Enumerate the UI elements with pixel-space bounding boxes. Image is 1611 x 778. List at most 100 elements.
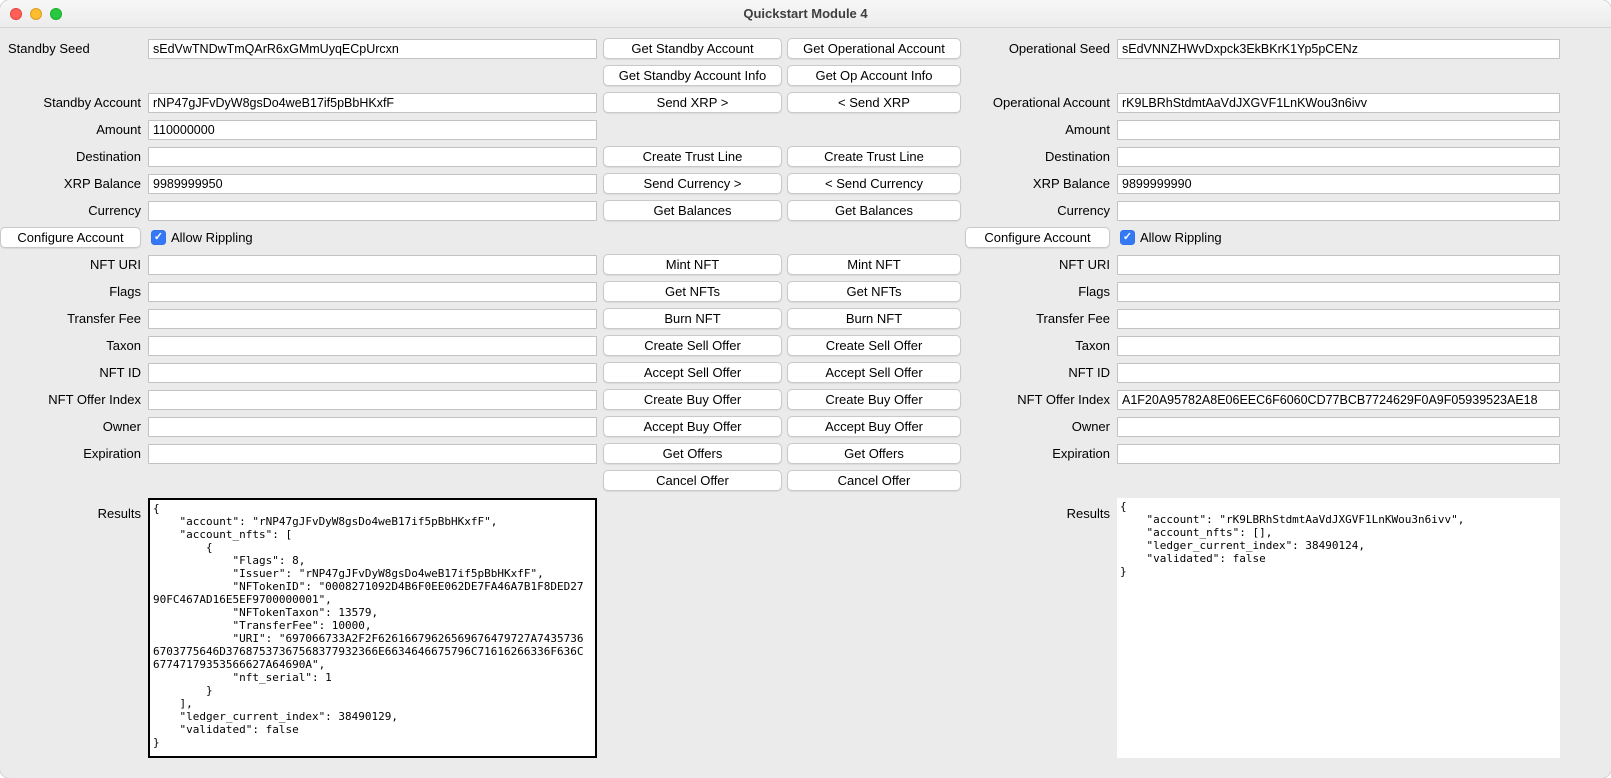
standby-nft-uri-input[interactable] <box>148 255 597 275</box>
standby-amount-label: Amount <box>0 122 148 137</box>
operational-nft-offer-index-label: NFT Offer Index <box>965 392 1117 407</box>
operational-results-textarea[interactable]: { "account": "rK9LBRhStdmtAaVdJXGVF1LnKW… <box>1117 498 1560 758</box>
standby-taxon-input[interactable] <box>148 336 597 356</box>
accept-sell-offer-operational-button[interactable]: Accept Sell Offer <box>787 362 961 383</box>
operational-expiration-label: Expiration <box>965 446 1117 461</box>
burn-nft-standby-button[interactable]: Burn NFT <box>603 308 782 329</box>
accept-buy-offer-operational-button[interactable]: Accept Buy Offer <box>787 416 961 437</box>
operational-nft-id-input[interactable] <box>1117 363 1560 383</box>
standby-taxon-label: Taxon <box>0 338 148 353</box>
app-window: Quickstart Module 4 Standby Seed Get Sta… <box>0 0 1611 778</box>
operational-account-label: Operational Account <box>965 95 1117 110</box>
operational-owner-label: Owner <box>965 419 1117 434</box>
operational-xrp-balance-label: XRP Balance <box>965 176 1117 191</box>
operational-nft-uri-label: NFT URI <box>965 257 1117 272</box>
create-sell-offer-operational-button[interactable]: Create Sell Offer <box>787 335 961 356</box>
accept-buy-offer-standby-button[interactable]: Accept Buy Offer <box>603 416 782 437</box>
operational-nft-id-label: NFT ID <box>965 365 1117 380</box>
standby-amount-input[interactable] <box>148 120 597 140</box>
get-offers-standby-button[interactable]: Get Offers <box>603 443 782 464</box>
operational-destination-input[interactable] <box>1117 147 1560 167</box>
standby-seed-input[interactable] <box>148 39 597 59</box>
operational-seed-label: Operational Seed <box>965 41 1117 56</box>
window-title: Quickstart Module 4 <box>743 6 867 21</box>
standby-seed-label: Standby Seed <box>0 41 148 56</box>
zoom-button[interactable] <box>50 8 62 20</box>
close-button[interactable] <box>10 8 22 20</box>
create-sell-offer-standby-button[interactable]: Create Sell Offer <box>603 335 782 356</box>
cancel-offer-operational-button[interactable]: Cancel Offer <box>787 470 961 491</box>
get-balances-operational-button[interactable]: Get Balances <box>787 200 961 221</box>
standby-nft-id-input[interactable] <box>148 363 597 383</box>
operational-taxon-input[interactable] <box>1117 336 1560 356</box>
allow-rippling-label-operational: Allow Rippling <box>1140 230 1222 245</box>
create-buy-offer-standby-button[interactable]: Create Buy Offer <box>603 389 782 410</box>
send-xrp-standby-button[interactable]: Send XRP > <box>603 92 782 113</box>
title-bar: Quickstart Module 4 <box>0 0 1611 28</box>
operational-seed-input[interactable] <box>1117 39 1560 59</box>
operational-transfer-fee-input[interactable] <box>1117 309 1560 329</box>
operational-currency-input[interactable] <box>1117 201 1560 221</box>
configure-operational-account-button[interactable]: Configure Account <box>965 227 1110 248</box>
standby-xrp-balance-input[interactable] <box>148 174 597 194</box>
standby-owner-input[interactable] <box>148 417 597 437</box>
standby-flags-input[interactable] <box>148 282 597 302</box>
standby-results-label: Results <box>0 498 148 521</box>
allow-rippling-checkbox-operational[interactable] <box>1120 230 1135 245</box>
operational-taxon-label: Taxon <box>965 338 1117 353</box>
operational-nft-uri-input[interactable] <box>1117 255 1560 275</box>
configure-standby-account-button[interactable]: Configure Account <box>0 227 141 248</box>
accept-sell-offer-standby-button[interactable]: Accept Sell Offer <box>603 362 782 383</box>
standby-xrp-balance-label: XRP Balance <box>0 176 148 191</box>
get-balances-standby-button[interactable]: Get Balances <box>603 200 782 221</box>
get-op-account-info-button[interactable]: Get Op Account Info <box>787 65 961 86</box>
operational-account-input[interactable] <box>1117 93 1560 113</box>
allow-rippling-label-standby: Allow Rippling <box>171 230 253 245</box>
standby-currency-input[interactable] <box>148 201 597 221</box>
standby-expiration-input[interactable] <box>148 444 597 464</box>
standby-nft-id-label: NFT ID <box>0 365 148 380</box>
cancel-offer-standby-button[interactable]: Cancel Offer <box>603 470 782 491</box>
operational-nft-offer-index-input[interactable] <box>1117 390 1560 410</box>
send-currency-standby-button[interactable]: Send Currency > <box>603 173 782 194</box>
get-standby-account-button[interactable]: Get Standby Account <box>603 38 782 59</box>
send-currency-operational-button[interactable]: < Send Currency <box>787 173 961 194</box>
create-trust-line-operational-button[interactable]: Create Trust Line <box>787 146 961 167</box>
operational-owner-input[interactable] <box>1117 417 1560 437</box>
standby-account-label: Standby Account <box>0 95 148 110</box>
get-nfts-operational-button[interactable]: Get NFTs <box>787 281 961 302</box>
standby-flags-label: Flags <box>0 284 148 299</box>
operational-flags-input[interactable] <box>1117 282 1560 302</box>
get-standby-account-info-button[interactable]: Get Standby Account Info <box>603 65 782 86</box>
create-trust-line-standby-button[interactable]: Create Trust Line <box>603 146 782 167</box>
standby-transfer-fee-input[interactable] <box>148 309 597 329</box>
mint-nft-standby-button[interactable]: Mint NFT <box>603 254 782 275</box>
create-buy-offer-operational-button[interactable]: Create Buy Offer <box>787 389 961 410</box>
form-area: Standby Seed Get Standby Account Get Ope… <box>0 28 1611 758</box>
operational-destination-label: Destination <box>965 149 1117 164</box>
allow-rippling-checkbox-standby[interactable] <box>151 230 166 245</box>
operational-transfer-fee-label: Transfer Fee <box>965 311 1117 326</box>
burn-nft-operational-button[interactable]: Burn NFT <box>787 308 961 329</box>
get-operational-account-button[interactable]: Get Operational Account <box>787 38 961 59</box>
mint-nft-operational-button[interactable]: Mint NFT <box>787 254 961 275</box>
standby-owner-label: Owner <box>0 419 148 434</box>
send-xrp-operational-button[interactable]: < Send XRP <box>787 92 961 113</box>
standby-destination-label: Destination <box>0 149 148 164</box>
operational-expiration-input[interactable] <box>1117 444 1560 464</box>
standby-nft-uri-label: NFT URI <box>0 257 148 272</box>
get-offers-operational-button[interactable]: Get Offers <box>787 443 961 464</box>
standby-expiration-label: Expiration <box>0 446 148 461</box>
standby-results-textarea[interactable]: { "account": "rNP47gJFvDyW8gsDo4weB17if5… <box>148 498 597 758</box>
standby-destination-input[interactable] <box>148 147 597 167</box>
standby-currency-label: Currency <box>0 203 148 218</box>
standby-account-input[interactable] <box>148 93 597 113</box>
operational-xrp-balance-input[interactable] <box>1117 174 1560 194</box>
get-nfts-standby-button[interactable]: Get NFTs <box>603 281 782 302</box>
operational-amount-input[interactable] <box>1117 120 1560 140</box>
minimize-button[interactable] <box>30 8 42 20</box>
standby-transfer-fee-label: Transfer Fee <box>0 311 148 326</box>
traffic-lights <box>10 8 62 20</box>
operational-results-label: Results <box>965 498 1117 521</box>
standby-nft-offer-index-input[interactable] <box>148 390 597 410</box>
